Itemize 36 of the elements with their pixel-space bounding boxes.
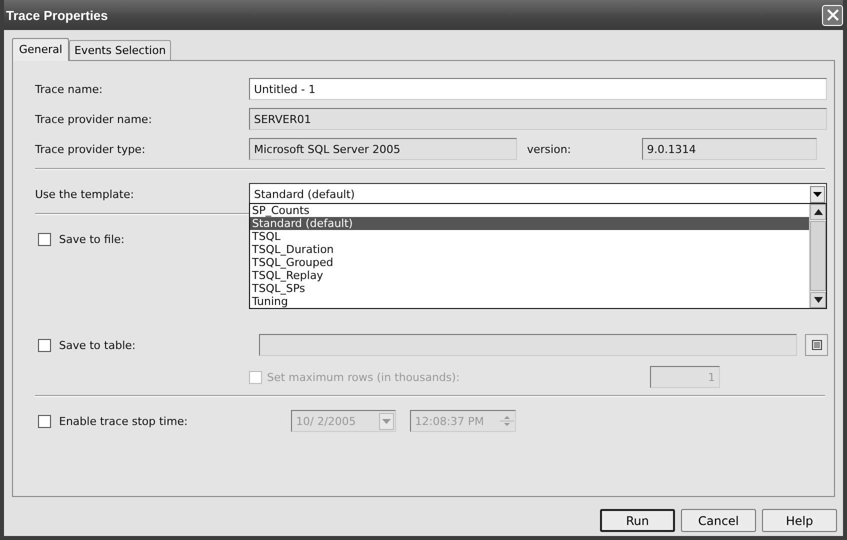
caret-icon	[813, 192, 822, 196]
caret-icon	[382, 418, 391, 424]
down-arrow-icon	[814, 297, 822, 303]
list-icon	[810, 339, 823, 351]
input-field[interactable]: Untitled - 1	[249, 78, 827, 100]
up-arrow-icon	[814, 209, 822, 215]
close-button[interactable]	[822, 4, 843, 26]
dialog-button[interactable]: Run	[600, 509, 675, 532]
field-label: Use the template:	[35, 188, 135, 200]
field-label: Trace provider type:	[35, 142, 146, 156]
dropdown-option[interactable]: Standard (default)	[250, 217, 809, 230]
tab[interactable]: General	[12, 38, 70, 61]
checkbox[interactable]	[38, 232, 51, 246]
spinner-icon	[500, 413, 514, 429]
dropdown-option[interactable]: Tuning	[250, 295, 809, 308]
dialog-button[interactable]: Help	[762, 509, 837, 532]
checkbox-label: Save to table:	[59, 338, 137, 352]
dropdown-option[interactable]: TSQL_SPs	[250, 282, 809, 295]
template-dropdown[interactable]: Standard (default)	[249, 183, 827, 205]
checkbox-label: Enable trace stop time:	[59, 414, 189, 428]
checkbox[interactable]	[38, 338, 51, 352]
dropdown-option[interactable]: SP_Counts	[250, 204, 809, 217]
field-label: version:	[526, 142, 572, 156]
dropdown-option[interactable]: TSQL	[250, 230, 809, 243]
dialog-button[interactable]: Cancel	[681, 509, 756, 532]
window-title: Trace Properties	[6, 8, 108, 22]
dropdown-option[interactable]: TSQL_Duration	[250, 243, 809, 256]
browse-button[interactable]	[805, 334, 828, 356]
field-label: Trace name:	[35, 82, 104, 96]
field-label: Trace provider name:	[35, 112, 153, 126]
checkbox-label: Set maximum rows (in thousands):	[267, 370, 461, 384]
dropdown-option[interactable]: TSQL_Grouped	[250, 256, 809, 269]
dropdown-option[interactable]: TSQL_Replay	[250, 269, 809, 282]
close-icon	[826, 8, 840, 22]
tab[interactable]: Events Selection	[69, 40, 171, 60]
scrollbar[interactable]	[809, 204, 826, 308]
